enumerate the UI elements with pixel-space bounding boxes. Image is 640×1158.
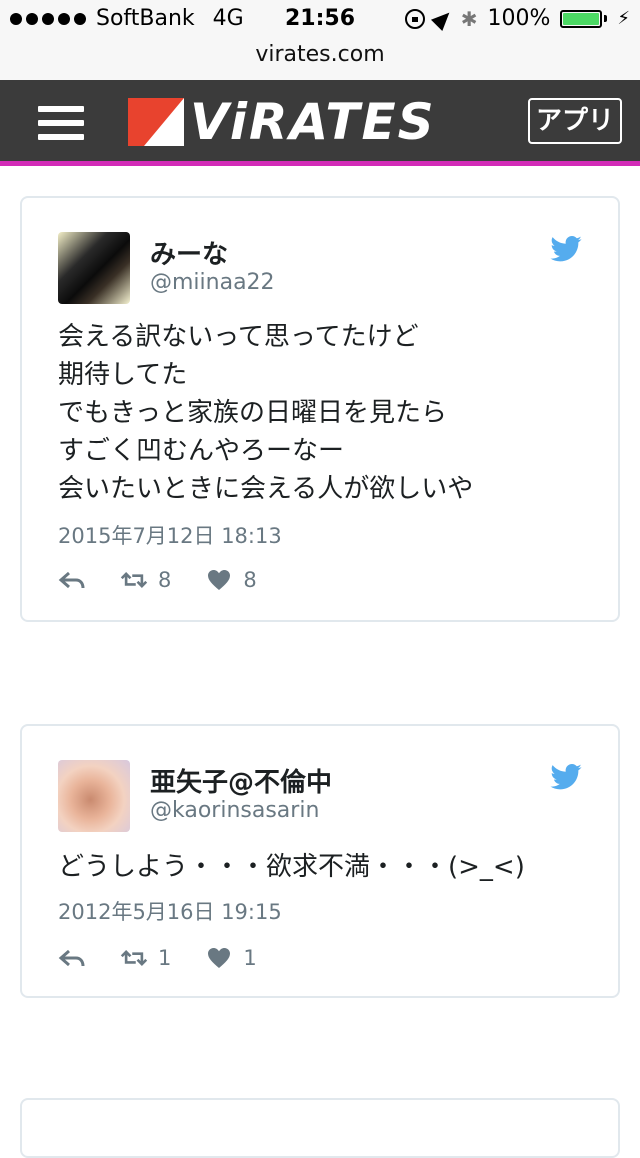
status-bar: SoftBank 4G 21:56 ✱ 100% ⚡ virates.com (0, 0, 640, 80)
tweet-text: 会える訳ないって思ってたけど 期待してた でもきっと家族の日曜日を見たら すごく… (58, 322, 474, 504)
menu-icon[interactable] (38, 106, 84, 140)
tweet-card[interactable]: みーな @miinaa22 会える訳ないって思ってたけど 期待してた でもきっと… (20, 196, 620, 622)
site-logo[interactable]: ViRATES (128, 94, 514, 150)
tweet-actions: 1 1 (58, 946, 291, 970)
rotation-lock-icon (404, 8, 425, 29)
tweet-date[interactable]: 2015年7月12日 18:13 (58, 520, 282, 550)
tweet-actions: 8 8 (58, 568, 291, 592)
charging-icon: ⚡ (617, 8, 630, 29)
tweet-text: どうしよう・・・欲求不満・・・(>_<) (58, 852, 525, 882)
tweet-author-name[interactable]: みーな (150, 234, 228, 271)
location-arrow-icon (430, 6, 455, 31)
retweet-icon (120, 950, 148, 966)
reply-button[interactable] (58, 569, 86, 591)
like-count: 1 (243, 946, 257, 970)
reply-button[interactable] (58, 947, 86, 969)
reply-icon (58, 949, 85, 967)
retweet-button[interactable]: 1 (120, 946, 171, 970)
tweet-author-handle[interactable]: @kaorinsasarin (150, 798, 319, 823)
heart-icon (208, 948, 231, 968)
logo-text: ViRATES (190, 93, 436, 151)
bluetooth-icon: ✱ (460, 6, 478, 31)
app-button[interactable]: アプリ (528, 98, 622, 144)
avatar[interactable] (58, 232, 130, 304)
tweet-card[interactable]: 亜矢子@不倫中 @kaorinsasarin どうしよう・・・欲求不満・・・(>… (20, 724, 620, 998)
battery-icon (560, 9, 608, 28)
retweet-count: 1 (158, 946, 172, 970)
avatar[interactable] (58, 760, 130, 832)
heart-icon (208, 570, 231, 590)
reply-icon (58, 571, 85, 589)
retweet-icon (120, 572, 148, 588)
battery-percent: 100% (487, 6, 551, 31)
url-bar[interactable]: virates.com (0, 42, 640, 67)
like-button[interactable]: 8 (205, 568, 257, 592)
site-header: ViRATES アプリ (0, 80, 640, 166)
tweet-date[interactable]: 2012年5月16日 19:15 (58, 896, 282, 926)
tweet-card[interactable] (20, 1098, 620, 1158)
retweet-count: 8 (158, 568, 172, 592)
logo-mark-icon (128, 98, 184, 146)
like-count: 8 (243, 568, 257, 592)
retweet-button[interactable]: 8 (120, 568, 171, 592)
twitter-bird-icon[interactable] (550, 764, 582, 790)
tweet-author-name[interactable]: 亜矢子@不倫中 (150, 762, 332, 799)
tweet-author-handle[interactable]: @miinaa22 (150, 270, 275, 295)
twitter-bird-icon[interactable] (550, 236, 582, 262)
like-button[interactable]: 1 (205, 946, 257, 970)
